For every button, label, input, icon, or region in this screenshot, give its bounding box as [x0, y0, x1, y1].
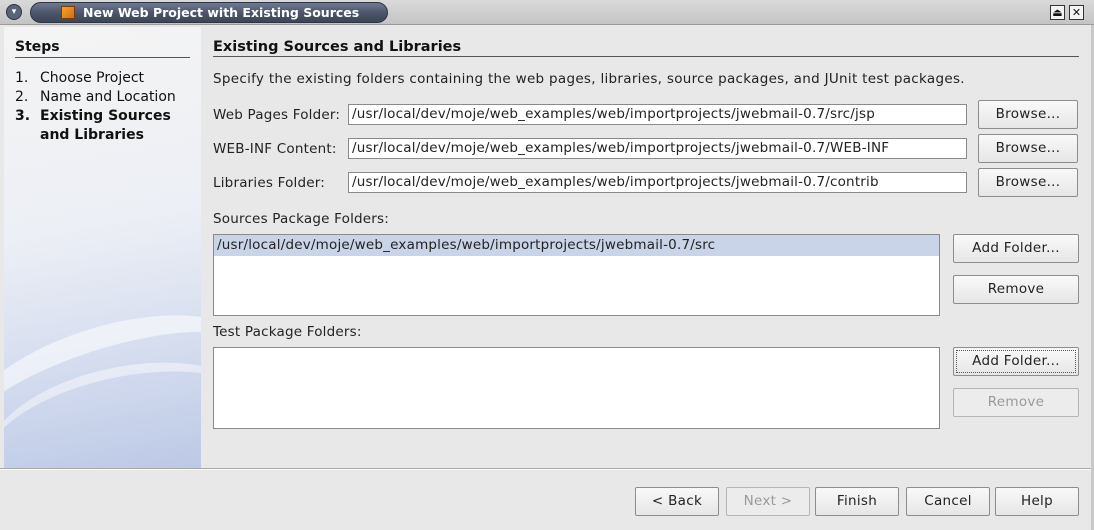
- test-package-label: Test Package Folders:: [213, 324, 362, 340]
- finish-button[interactable]: Finish: [815, 487, 899, 516]
- window-menu-icon[interactable]: ▾: [6, 4, 22, 20]
- next-button[interactable]: Next >: [726, 487, 810, 516]
- netbeans-project-icon: [61, 6, 75, 19]
- sources-add-folder-button[interactable]: Add Folder...: [953, 234, 1079, 263]
- section-title: Existing Sources and Libraries: [213, 39, 462, 55]
- maximize-icon[interactable]: ⏏: [1050, 5, 1065, 20]
- web-pages-label: Web Pages Folder:: [213, 107, 341, 123]
- footer-divider: [0, 468, 1094, 470]
- title-bar: ▾ New Web Project with Existing Sources …: [0, 0, 1094, 25]
- steps-panel: Steps 1. Choose Project 2. Name and Locati…: [4, 27, 201, 468]
- libraries-label: Libraries Folder:: [213, 175, 326, 191]
- web-pages-folder-field[interactable]: /usr/local/dev/moje/web_examples/web/imp…: [348, 104, 967, 125]
- test-package-list[interactable]: [213, 347, 940, 429]
- tests-remove-button[interactable]: Remove: [953, 388, 1079, 417]
- libraries-browse-button[interactable]: Browse...: [978, 168, 1078, 197]
- tests-add-folder-button[interactable]: Add Folder...: [953, 347, 1079, 376]
- steps-heading: Steps: [15, 39, 60, 55]
- list-item[interactable]: /usr/local/dev/moje/web_examples/web/imp…: [214, 235, 939, 256]
- back-button[interactable]: < Back: [635, 487, 719, 516]
- section-divider: [213, 56, 1079, 57]
- sources-package-list[interactable]: /usr/local/dev/moje/web_examples/web/imp…: [213, 234, 940, 316]
- web-inf-label: WEB-INF Content:: [213, 141, 337, 157]
- step-name-and-location: 2. Name and Location: [15, 89, 176, 105]
- step-existing-sources: 3. Existing Sources and Libraries: [15, 108, 171, 143]
- help-button[interactable]: Help: [995, 487, 1079, 516]
- section-description: Specify the existing folders containing …: [213, 71, 965, 87]
- web-pages-browse-button[interactable]: Browse...: [978, 100, 1078, 129]
- main-panel: Existing Sources and Libraries Specify t…: [201, 27, 1094, 468]
- libraries-folder-field[interactable]: /usr/local/dev/moje/web_examples/web/imp…: [348, 172, 967, 193]
- web-inf-browse-button[interactable]: Browse...: [978, 134, 1078, 163]
- cancel-button[interactable]: Cancel: [906, 487, 990, 516]
- close-icon[interactable]: ✕: [1069, 5, 1084, 20]
- window-title: New Web Project with Existing Sources: [83, 5, 360, 20]
- steps-divider: [15, 57, 190, 58]
- step-choose-project: 1. Choose Project: [15, 70, 145, 86]
- web-inf-content-field[interactable]: /usr/local/dev/moje/web_examples/web/imp…: [348, 138, 967, 159]
- sources-remove-button[interactable]: Remove: [953, 275, 1079, 304]
- sources-package-label: Sources Package Folders:: [213, 211, 390, 227]
- window-title-pill[interactable]: New Web Project with Existing Sources: [30, 2, 388, 23]
